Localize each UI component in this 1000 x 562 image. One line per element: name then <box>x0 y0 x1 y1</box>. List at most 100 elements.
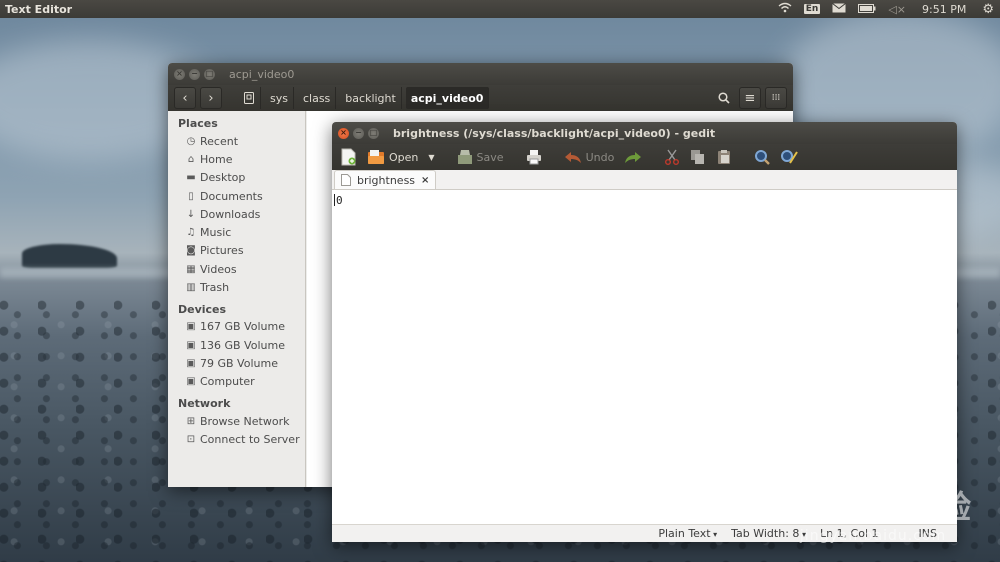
minimize-window-button[interactable]: − <box>353 127 364 139</box>
save-button[interactable]: Save <box>454 146 507 168</box>
sidebar-item-trash[interactable]: ▥ Trash <box>168 278 305 296</box>
document-icon: ▯ <box>188 190 194 202</box>
sidebar-item-136gb-volume[interactable]: ▣ 136 GB Volume <box>168 336 305 354</box>
cut-button[interactable] <box>661 146 683 168</box>
sidebar-item-label: Music <box>200 226 232 240</box>
trash-icon: ▥ <box>186 282 196 294</box>
places-heading: Places <box>178 117 218 130</box>
breadcrumb-acpi-video0[interactable]: acpi_video0 <box>405 87 490 109</box>
active-app-title: Text Editor <box>5 2 73 16</box>
window-title: brightness (/sys/class/backlight/acpi_vi… <box>393 126 716 140</box>
drive-icon <box>244 92 254 104</box>
drive-icon: ▣ <box>186 339 196 351</box>
open-dropdown-button[interactable]: ▼ <box>425 146 437 168</box>
breadcrumb-root[interactable] <box>238 87 261 109</box>
volume-mute-icon[interactable]: ◁× <box>888 3 906 16</box>
tab-brightness[interactable]: brightness × <box>334 170 437 189</box>
sidebar-item-computer[interactable]: ▣ Computer <box>168 373 305 391</box>
close-window-button[interactable]: × <box>338 127 349 139</box>
maximize-window-button[interactable]: □ <box>368 127 379 139</box>
open-folder-icon <box>368 150 384 164</box>
search-icon <box>718 92 730 104</box>
grid-view-button[interactable]: ⁞⁞⁞ <box>765 87 787 109</box>
language-selector[interactable]: Plain Text <box>658 527 717 540</box>
sidebar-item-label: Recent <box>200 134 239 148</box>
sidebar-item-label: Documents <box>200 189 263 203</box>
list-view-button[interactable]: ≡ <box>739 87 761 109</box>
devices-heading: Devices <box>178 302 227 316</box>
clock-icon: ◷ <box>186 135 196 147</box>
sidebar-item-label: Connect to Server <box>200 432 300 446</box>
sidebar-item-167gb-volume[interactable]: ▣ 167 GB Volume <box>168 318 305 336</box>
back-button[interactable]: ‹ <box>174 87 196 109</box>
sidebar-item-pictures[interactable]: ◙ Pictures <box>168 242 305 260</box>
sidebar-item-label: Computer <box>200 375 255 389</box>
copy-button[interactable] <box>687 146 709 168</box>
server-icon: ⊡ <box>186 433 196 445</box>
new-document-button[interactable] <box>338 146 360 168</box>
gedit-titlebar: × − □ brightness (/sys/class/backlight/a… <box>332 122 957 144</box>
drive-icon: ▣ <box>186 357 196 369</box>
minimize-window-button[interactable]: − <box>189 68 200 80</box>
undo-label: Undo <box>585 150 615 164</box>
redo-arrow-icon <box>625 152 642 163</box>
sidebar-item-label: 136 GB Volume <box>200 338 285 352</box>
sidebar-item-label: 79 GB Volume <box>200 356 278 370</box>
network-icon: ⊞ <box>186 415 196 427</box>
download-icon: ↓ <box>186 208 196 220</box>
drive-icon: ▣ <box>186 376 196 388</box>
keyboard-layout-icon[interactable]: En <box>803 4 821 14</box>
sidebar-item-label: Pictures <box>200 244 244 258</box>
sidebar-item-recent[interactable]: ◷ Recent <box>168 132 305 150</box>
find-replace-button[interactable] <box>777 146 801 168</box>
sidebar-item-downloads[interactable]: ↓ Downloads <box>168 205 305 223</box>
sidebar-item-79gb-volume[interactable]: ▣ 79 GB Volume <box>168 354 305 372</box>
sidebar-item-label: Browse Network <box>200 414 290 428</box>
sidebar-item-home[interactable]: ⌂ Home <box>168 150 305 168</box>
files-titlebar: × − □ acpi_video0 <box>168 63 793 85</box>
new-document-icon <box>341 148 356 166</box>
sidebar-item-desktop[interactable]: ▬ Desktop <box>168 169 305 187</box>
sidebar-item-browse-network[interactable]: ⊞ Browse Network <box>168 412 305 430</box>
print-button[interactable] <box>523 146 545 168</box>
tab-label: brightness <box>357 173 416 187</box>
sidebar-item-label: Downloads <box>200 207 261 221</box>
sidebar-item-music[interactable]: ♫ Music <box>168 223 305 241</box>
save-icon <box>457 150 472 164</box>
search-replace-icon <box>781 150 799 164</box>
breadcrumb-backlight[interactable]: backlight <box>340 87 402 109</box>
sidebar-item-label: Videos <box>200 262 237 276</box>
breadcrumb-sys[interactable]: sys <box>265 87 294 109</box>
text-editor-area[interactable]: 0 <box>332 190 957 524</box>
forward-button[interactable]: › <box>200 87 222 109</box>
maximize-window-button[interactable]: □ <box>204 68 215 80</box>
film-icon: ▦ <box>186 263 196 275</box>
clock[interactable]: 9:51 PM <box>922 3 966 16</box>
sidebar-item-documents[interactable]: ▯ Documents <box>168 187 305 205</box>
wifi-icon[interactable] <box>778 2 792 16</box>
battery-icon[interactable] <box>858 3 876 16</box>
redo-button[interactable] <box>621 146 645 168</box>
paste-button[interactable] <box>713 146 735 168</box>
copy-icon <box>691 150 705 164</box>
top-panel: Text Editor En ◁× 9:51 PM ⚙ <box>0 0 1000 18</box>
close-window-button[interactable]: × <box>174 68 185 80</box>
undo-button[interactable]: Undo <box>561 146 618 168</box>
scissors-icon <box>665 149 680 165</box>
settings-gear-icon[interactable]: ⚙ <box>982 2 994 17</box>
chevron-down-icon: ▼ <box>428 152 435 162</box>
camera-icon: ◙ <box>186 245 196 257</box>
mail-icon[interactable] <box>832 2 847 16</box>
music-icon: ♫ <box>186 227 196 239</box>
open-button[interactable]: Open <box>364 146 421 168</box>
breadcrumb-class[interactable]: class <box>298 87 337 109</box>
search-button[interactable] <box>713 87 735 109</box>
sidebar-item-connect-to-server[interactable]: ⊡ Connect to Server <box>168 430 305 448</box>
sidebar-item-label: Home <box>200 152 233 166</box>
find-button[interactable] <box>751 146 773 168</box>
indicator-area: En ◁× 9:51 PM ⚙ <box>778 2 1000 17</box>
sidebar-item-videos[interactable]: ▦ Videos <box>168 260 305 278</box>
list-icon: ≡ <box>744 90 756 106</box>
close-tab-icon[interactable]: × <box>421 175 429 186</box>
sidebar-item-label: Trash <box>200 281 230 295</box>
